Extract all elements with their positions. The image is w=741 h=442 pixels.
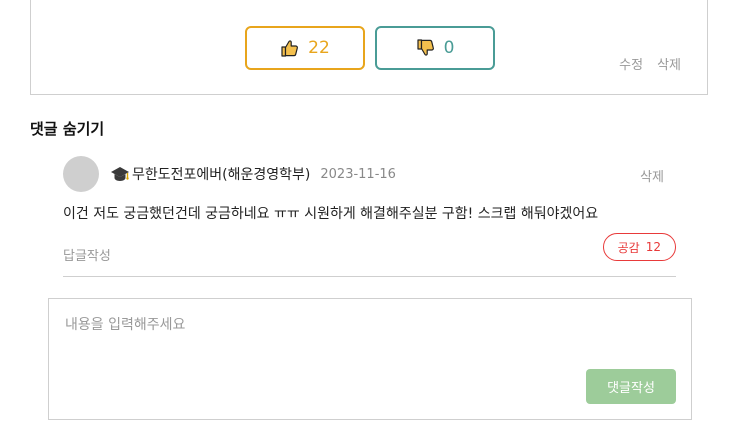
post-actions: 수정 삭제	[619, 54, 681, 73]
comment-header: 무한도전포에버(해운경영학부) 2023-11-16	[110, 164, 396, 184]
hide-comments-toggle[interactable]: 댓글 숨기기	[30, 118, 104, 139]
thumbs-down-icon	[416, 38, 436, 58]
comment-author[interactable]: 무한도전포에버(해운경영학부)	[132, 164, 310, 184]
post-delete-button[interactable]: 삭제	[657, 54, 681, 73]
comment-like-button[interactable]: 공감 12	[602, 233, 676, 261]
comment-editor: 댓글작성	[48, 298, 692, 420]
like-button[interactable]: 22	[245, 26, 365, 70]
thumbs-up-icon	[280, 38, 300, 58]
like-count: 22	[308, 38, 330, 58]
reply-button[interactable]: 답글작성	[63, 245, 111, 264]
submit-comment-button[interactable]: 댓글작성	[586, 369, 676, 404]
dislike-button[interactable]: 0	[375, 26, 495, 70]
comment-body: 이건 저도 궁금했던건데 궁금하네요 ㅠㅠ 시원하게 해결해주실분 구함! 스크…	[63, 206, 599, 222]
avatar	[63, 156, 99, 192]
comment-date: 2023-11-16	[320, 166, 396, 182]
comment-like-count: 12	[645, 240, 661, 254]
graduation-cap-icon	[110, 166, 132, 182]
comment-like-label: 공감	[617, 240, 640, 255]
comment-divider	[63, 276, 676, 277]
post-box	[30, 0, 708, 95]
comment-delete-button[interactable]: 삭제	[640, 166, 664, 185]
dislike-count: 0	[443, 38, 455, 58]
post-edit-button[interactable]: 수정	[619, 54, 643, 73]
